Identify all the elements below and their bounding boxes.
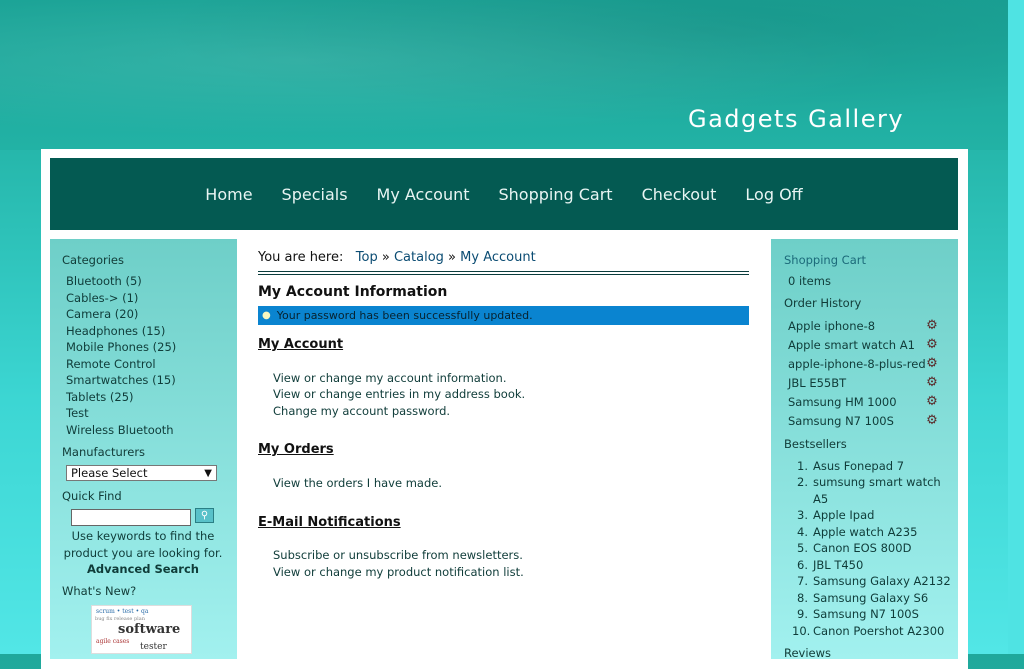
category-item[interactable]: Camera (20) bbox=[66, 307, 138, 321]
whats-new-product-image[interactable]: scrum • test • qa bug fix release plan s… bbox=[91, 605, 192, 654]
nav-my-account[interactable]: My Account bbox=[362, 185, 484, 204]
buy-now-icon[interactable]: ⚙ bbox=[924, 356, 940, 372]
breadcrumb-my-account[interactable]: My Account bbox=[460, 250, 536, 265]
site-title: Gadgets Gallery bbox=[688, 105, 905, 133]
page-edge bbox=[1008, 0, 1024, 654]
bestseller-name[interactable]: Samsung Galaxy S6 bbox=[813, 591, 928, 605]
bestseller-name[interactable]: Asus Fonepad 7 bbox=[813, 459, 904, 473]
success-message: ● Your password has been successfully up… bbox=[258, 306, 749, 325]
success-message-text: Your password has been successfully upda… bbox=[276, 309, 533, 322]
quickfind-help-text: Use keywords to find the product you are… bbox=[63, 529, 223, 560]
quickfind-help: Use keywords to find the product you are… bbox=[58, 528, 228, 578]
reviews-title: Reviews bbox=[784, 646, 832, 660]
bestseller-rank: 6. bbox=[797, 558, 808, 572]
breadcrumb-prefix: You are here: bbox=[258, 250, 344, 265]
account-info-link[interactable]: View or change my account information. bbox=[273, 371, 507, 385]
divider bbox=[258, 274, 749, 275]
nav-home[interactable]: Home bbox=[191, 185, 267, 204]
bestseller-rank: 3. bbox=[797, 508, 808, 522]
address-book-link[interactable]: View or change entries in my address boo… bbox=[273, 387, 525, 401]
order-history-item[interactable]: JBL E55BT bbox=[788, 376, 846, 390]
search-button[interactable]: ⚲ bbox=[195, 508, 214, 523]
bestseller-rank: 7. bbox=[797, 574, 808, 588]
category-item[interactable]: Test bbox=[66, 406, 89, 420]
category-item[interactable]: Wireless Bluetooth bbox=[66, 423, 174, 437]
bestseller-name[interactable]: A5 bbox=[813, 492, 828, 506]
buy-now-icon[interactable]: ⚙ bbox=[924, 375, 940, 391]
bestseller-rank: 9. bbox=[797, 607, 808, 621]
buy-now-icon[interactable]: ⚙ bbox=[924, 394, 940, 410]
order-history-item[interactable]: Samsung N7 100S bbox=[788, 414, 894, 428]
bestseller-name[interactable]: Samsung Galaxy A2132 bbox=[813, 574, 951, 588]
cart-title[interactable]: Shopping Cart bbox=[784, 253, 866, 267]
order-history-title: Order History bbox=[784, 296, 862, 310]
product-notification-link[interactable]: View or change my product notification l… bbox=[273, 565, 524, 579]
email-notifications-heading: E-Mail Notifications bbox=[258, 515, 401, 530]
image-word: software bbox=[118, 622, 181, 637]
breadcrumb: You are here: Top » Catalog » My Account bbox=[258, 250, 536, 265]
my-account-heading: My Account bbox=[258, 337, 344, 352]
cart-count: 0 items bbox=[788, 274, 831, 288]
page-title: My Account Information bbox=[258, 284, 448, 300]
bestseller-rank: 10. bbox=[792, 624, 811, 638]
bestseller-name[interactable]: Canon Poershot A2300 bbox=[813, 624, 944, 638]
order-history-item[interactable]: Apple iphone-8 bbox=[788, 319, 875, 333]
buy-now-icon[interactable]: ⚙ bbox=[924, 337, 940, 353]
newsletter-link[interactable]: Subscribe or unsubscribe from newsletter… bbox=[273, 548, 523, 562]
my-orders-heading: My Orders bbox=[258, 442, 334, 457]
manufacturers-title: Manufacturers bbox=[62, 445, 146, 459]
bestseller-rank: 1. bbox=[797, 459, 808, 473]
chevron-down-icon: ▼ bbox=[204, 468, 212, 479]
nav-checkout[interactable]: Checkout bbox=[627, 185, 731, 204]
category-item[interactable]: Mobile Phones (25) bbox=[66, 340, 176, 354]
category-item[interactable]: Tablets (25) bbox=[66, 390, 134, 404]
whats-new-title: What's New? bbox=[62, 584, 137, 598]
bestseller-name[interactable]: sumsung smart watch bbox=[813, 475, 941, 489]
change-password-link[interactable]: Change my account password. bbox=[273, 404, 450, 418]
quickfind-title: Quick Find bbox=[62, 489, 122, 503]
breadcrumb-separator: » bbox=[448, 250, 457, 265]
breadcrumb-catalog[interactable]: Catalog bbox=[394, 250, 444, 265]
bestseller-name[interactable]: Apple watch A235 bbox=[813, 525, 917, 539]
buy-now-icon[interactable]: ⚙ bbox=[924, 413, 940, 429]
nav-shopping-cart[interactable]: Shopping Cart bbox=[484, 185, 627, 204]
bestseller-name[interactable]: Canon EOS 800D bbox=[813, 541, 911, 555]
bestseller-name[interactable]: JBL T450 bbox=[813, 558, 863, 572]
manufacturers-selected-value: Please Select bbox=[71, 466, 148, 480]
order-history-link[interactable]: View the orders I have made. bbox=[273, 476, 442, 490]
category-item[interactable]: Cables-> (1) bbox=[66, 291, 138, 305]
order-history-item[interactable]: Apple smart watch A1 bbox=[788, 338, 915, 352]
breadcrumb-separator: » bbox=[381, 250, 390, 265]
main-nav: Home Specials My Account Shopping Cart C… bbox=[50, 158, 958, 230]
category-item[interactable]: Bluetooth (5) bbox=[66, 274, 142, 288]
buy-now-icon[interactable]: ⚙ bbox=[924, 318, 940, 334]
order-history-item[interactable]: Samsung HM 1000 bbox=[788, 395, 897, 409]
categories-title: Categories bbox=[62, 253, 124, 267]
category-item[interactable]: Remote Control bbox=[66, 357, 156, 371]
search-icon: ⚲ bbox=[200, 510, 209, 521]
bestseller-rank: 5. bbox=[797, 541, 808, 555]
manufacturers-select[interactable]: Please Select ▼ bbox=[66, 465, 217, 481]
bestseller-rank: 2. bbox=[797, 475, 808, 489]
order-history-item[interactable]: apple-iphone-8-plus-red bbox=[788, 357, 926, 371]
bestseller-rank: 4. bbox=[797, 525, 808, 539]
category-item[interactable]: Headphones (15) bbox=[66, 324, 165, 338]
advanced-search-link[interactable]: Advanced Search bbox=[58, 561, 228, 578]
category-item[interactable]: Smartwatches (15) bbox=[66, 373, 176, 387]
lightbulb-icon: ● bbox=[262, 310, 271, 321]
search-input[interactable] bbox=[71, 509, 191, 526]
bestseller-name[interactable]: Samsung N7 100S bbox=[813, 607, 919, 621]
bestsellers-title: Bestsellers bbox=[784, 437, 847, 451]
image-word: tester bbox=[140, 642, 167, 652]
divider bbox=[258, 271, 749, 272]
bestseller-name[interactable]: Apple Ipad bbox=[813, 508, 874, 522]
nav-log-off[interactable]: Log Off bbox=[731, 185, 817, 204]
nav-specials[interactable]: Specials bbox=[267, 185, 362, 204]
bestseller-rank: 8. bbox=[797, 591, 808, 605]
breadcrumb-top[interactable]: Top bbox=[356, 250, 378, 265]
